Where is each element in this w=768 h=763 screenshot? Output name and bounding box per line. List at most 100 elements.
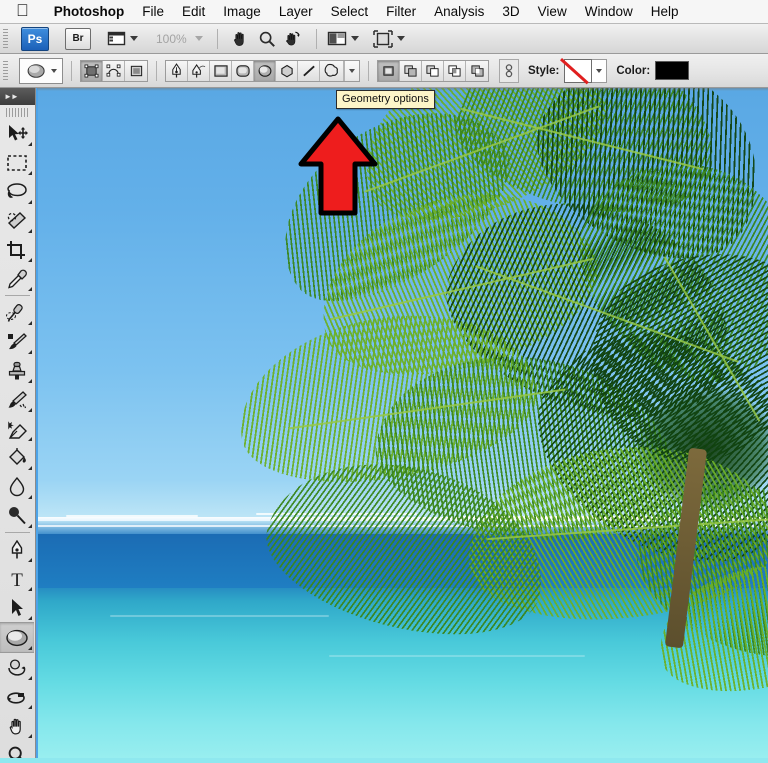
shape-layers-mode-button[interactable] bbox=[81, 60, 103, 81]
new-shape-layer-button[interactable] bbox=[378, 60, 400, 81]
rectangle-tool-button[interactable] bbox=[210, 60, 232, 81]
tool-flyout-indicator[interactable] bbox=[28, 321, 32, 325]
sidebar-tool-move[interactable] bbox=[0, 119, 34, 148]
style-picker-button[interactable] bbox=[592, 58, 608, 83]
ellipse-tool-button[interactable] bbox=[254, 60, 276, 81]
tool-flyout-indicator[interactable] bbox=[28, 646, 32, 650]
add-shape-icon bbox=[404, 64, 417, 77]
tool-flyout-indicator[interactable] bbox=[28, 524, 32, 528]
options-bar-grip[interactable] bbox=[3, 60, 8, 81]
sidebar-tool-lasso[interactable] bbox=[0, 177, 34, 206]
menu-item-filter[interactable]: Filter bbox=[377, 0, 425, 24]
tool-flyout-indicator[interactable] bbox=[28, 171, 32, 175]
sidebar-tool-horizontal-type[interactable]: T bbox=[0, 564, 34, 593]
tool-flyout-indicator[interactable] bbox=[28, 676, 32, 680]
document-canvas[interactable] bbox=[37, 88, 768, 763]
view-extras-caret-icon[interactable] bbox=[130, 36, 138, 41]
custom-shape-tool-button[interactable] bbox=[320, 60, 344, 81]
zoom-level-caret-icon[interactable] bbox=[194, 36, 203, 41]
sidebar-tool-clone-stamp[interactable] bbox=[0, 356, 34, 385]
fill-pixels-mode-button[interactable] bbox=[125, 60, 147, 81]
menu-item-image[interactable]: Image bbox=[214, 0, 270, 24]
tool-flyout-indicator[interactable] bbox=[28, 408, 32, 412]
menu-item-3d[interactable]: 3D bbox=[493, 0, 528, 24]
menu-item-window[interactable]: Window bbox=[576, 0, 642, 24]
draw-mode-group bbox=[80, 59, 148, 82]
pen-tool-button[interactable] bbox=[166, 60, 188, 81]
tool-flyout-indicator[interactable] bbox=[28, 200, 32, 204]
apple-logo-icon[interactable]:  bbox=[16, 2, 29, 19]
arrange-documents-caret-icon[interactable] bbox=[350, 36, 359, 41]
tool-flyout-indicator[interactable] bbox=[28, 495, 32, 499]
sidebar-tool-hand[interactable] bbox=[0, 711, 34, 740]
menu-item-edit[interactable]: Edit bbox=[173, 0, 214, 24]
menu-item-select[interactable]: Select bbox=[322, 0, 378, 24]
tool-preset-picker[interactable] bbox=[19, 57, 63, 84]
sidebar-tool-path-selection[interactable] bbox=[0, 593, 34, 622]
tool-flyout-indicator[interactable] bbox=[28, 350, 32, 354]
sidebar-tool-paint-bucket[interactable] bbox=[0, 443, 34, 472]
tool-flyout-indicator[interactable] bbox=[28, 587, 32, 591]
sidebar-tool-quick-selection[interactable] bbox=[0, 206, 34, 235]
tool-flyout-indicator[interactable] bbox=[28, 258, 32, 262]
screen-mode-caret-icon[interactable] bbox=[396, 36, 405, 41]
tool-flyout-indicator[interactable] bbox=[28, 142, 32, 146]
sidebar-tool-pen[interactable] bbox=[0, 535, 34, 564]
path-icon bbox=[106, 64, 121, 77]
sidebar-tool-brush[interactable] bbox=[0, 327, 34, 356]
tool-flyout-indicator[interactable] bbox=[28, 705, 32, 709]
tool-flyout-indicator[interactable] bbox=[28, 616, 32, 620]
subtract-from-shape-area-button[interactable] bbox=[422, 60, 444, 81]
sidebar-tool-eraser[interactable] bbox=[0, 414, 34, 443]
paths-mode-button[interactable] bbox=[103, 60, 125, 81]
sidebar-tool-3d-camera-orbit[interactable] bbox=[0, 682, 34, 711]
rotate-view-tool-button[interactable] bbox=[280, 27, 306, 51]
menu-item-photoshop[interactable]: Photoshop bbox=[45, 0, 134, 24]
menu-item-file[interactable]: File bbox=[133, 0, 173, 24]
line-tool-button[interactable] bbox=[298, 60, 320, 81]
tool-flyout-indicator[interactable] bbox=[28, 379, 32, 383]
tools-panel-grip[interactable] bbox=[6, 108, 29, 117]
polygon-tool-button[interactable] bbox=[276, 60, 298, 81]
appbar-grip[interactable] bbox=[3, 28, 8, 49]
screen-mode-button[interactable] bbox=[372, 27, 393, 51]
sidebar-tool-3d-object-rotate[interactable] bbox=[0, 653, 34, 682]
rounded-rectangle-tool-button[interactable] bbox=[232, 60, 254, 81]
tool-flyout-indicator[interactable] bbox=[28, 558, 32, 562]
deep-sea-band bbox=[37, 533, 768, 588]
sidebar-tool-rectangular-marquee[interactable] bbox=[0, 148, 34, 177]
style-swatch[interactable] bbox=[564, 58, 593, 83]
zoom-tool-button[interactable] bbox=[254, 27, 280, 51]
hand-tool-button[interactable] bbox=[228, 27, 254, 51]
menu-item-layer[interactable]: Layer bbox=[270, 0, 322, 24]
tool-preset-caret-icon[interactable] bbox=[50, 68, 57, 73]
tool-flyout-indicator[interactable] bbox=[28, 287, 32, 291]
tools-panel-collapse-bar[interactable]: ►► bbox=[0, 88, 35, 105]
sidebar-tool-spot-healing-brush[interactable] bbox=[0, 298, 34, 327]
menu-item-help[interactable]: Help bbox=[642, 0, 688, 24]
link-shapes-button[interactable] bbox=[499, 58, 519, 83]
arrange-documents-button[interactable] bbox=[327, 27, 347, 51]
menu-item-analysis[interactable]: Analysis bbox=[425, 0, 493, 24]
sidebar-tool-history-brush[interactable] bbox=[0, 385, 34, 414]
sidebar-tool-ellipse-shape[interactable] bbox=[0, 622, 34, 653]
freeform-pen-tool-button[interactable] bbox=[188, 60, 210, 81]
sidebar-tool-crop[interactable] bbox=[0, 235, 34, 264]
exclude-overlapping-areas-button[interactable] bbox=[466, 60, 488, 81]
sidebar-tool-dodge[interactable] bbox=[0, 501, 34, 530]
menu-item-view[interactable]: View bbox=[529, 0, 576, 24]
geometry-options-button[interactable] bbox=[344, 60, 359, 81]
tool-flyout-indicator[interactable] bbox=[28, 229, 32, 233]
sidebar-tool-eyedropper[interactable] bbox=[0, 264, 34, 293]
tool-flyout-indicator[interactable] bbox=[28, 734, 32, 738]
color-swatch[interactable] bbox=[655, 61, 690, 80]
add-to-shape-area-button[interactable] bbox=[400, 60, 422, 81]
view-extras-button[interactable] bbox=[107, 27, 126, 51]
launch-bridge-button[interactable]: Br bbox=[65, 27, 91, 50]
tool-flyout-indicator[interactable] bbox=[28, 466, 32, 470]
blur-droplet-icon bbox=[9, 476, 25, 496]
sidebar-tool-blur[interactable] bbox=[0, 472, 34, 501]
launch-photoshop-button[interactable]: Ps bbox=[21, 26, 49, 51]
intersect-shape-areas-button[interactable] bbox=[444, 60, 466, 81]
tool-flyout-indicator[interactable] bbox=[28, 437, 32, 441]
